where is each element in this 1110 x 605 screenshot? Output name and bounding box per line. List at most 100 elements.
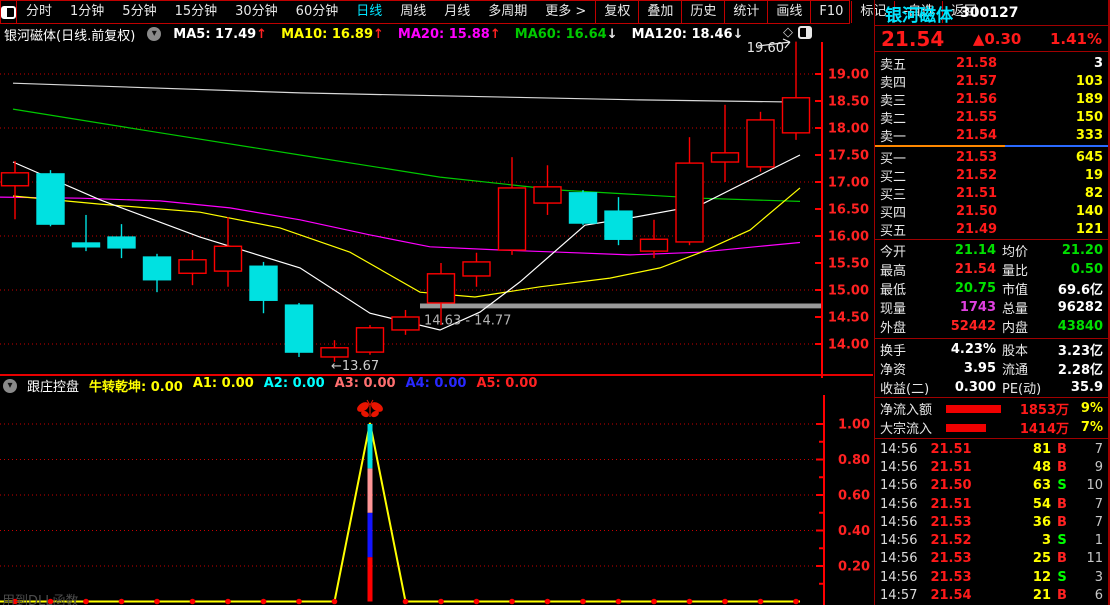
buy-row[interactable]: 买四21.50140: [875, 202, 1108, 220]
sell-row[interactable]: 卖一21.54333: [875, 126, 1108, 144]
candle: [783, 98, 810, 133]
indicator-chart[interactable]: 0.200.400.600.801.00: [0, 395, 873, 605]
action-画线[interactable]: 画线: [767, 1, 810, 23]
tab-日线[interactable]: 日线: [347, 1, 391, 23]
baseline-dot: [616, 599, 622, 605]
candle: [2, 173, 29, 186]
gap-range-label: 14.63 - 14.77: [424, 313, 511, 328]
chevron-down-icon[interactable]: ▾: [3, 379, 17, 393]
baseline-dot: [722, 599, 728, 605]
price-axis-label: 18.50: [828, 95, 869, 110]
candle: [250, 266, 277, 300]
tick-count: 11: [1073, 551, 1103, 566]
level-price: 21.49: [920, 222, 1033, 237]
tab-30分钟[interactable]: 30分钟: [226, 1, 287, 23]
info-label: PE(动): [996, 378, 1048, 397]
tab-多周期[interactable]: 多周期: [479, 1, 536, 23]
baseline-dot: [545, 599, 551, 605]
tab-15分钟[interactable]: 15分钟: [166, 1, 227, 23]
level-qty: 333: [1033, 128, 1103, 143]
candle: [605, 211, 632, 239]
action-复权[interactable]: 复权: [595, 1, 638, 23]
info-value: 3.23亿: [1048, 340, 1103, 359]
tick-price: 21.50: [922, 478, 980, 493]
fund-flow-row: 大宗流入1414万7%: [875, 418, 1108, 437]
split-view-icon[interactable]: [798, 26, 812, 39]
tick-side: B: [1051, 460, 1073, 475]
action-统计[interactable]: 统计: [724, 1, 767, 23]
info-value: 2.28亿: [1048, 359, 1103, 378]
info-value: 43840: [1048, 319, 1103, 334]
tick-time: 14:56: [880, 442, 922, 457]
divider: [875, 438, 1108, 439]
info-value: 21.54: [940, 262, 996, 277]
chevron-down-icon[interactable]: ▾: [147, 27, 161, 41]
arrow-down-icon: ↓: [733, 27, 744, 42]
price-axis-label: 16.00: [828, 230, 869, 245]
buy-row[interactable]: 买五21.49121: [875, 220, 1108, 238]
tab-更多 >[interactable]: 更多 >: [536, 1, 595, 23]
level-qty: 82: [1033, 186, 1103, 201]
info-row: 最低20.75市值69.6亿: [875, 279, 1108, 298]
baseline-dot: [403, 599, 409, 605]
indicator-field: A3: 0.00: [335, 376, 396, 395]
tab-分时[interactable]: 分时: [17, 1, 61, 23]
ratio-bar-left: [875, 145, 1005, 147]
sell-row[interactable]: 卖三21.56189: [875, 90, 1108, 108]
action-历史[interactable]: 历史: [681, 1, 724, 23]
tick-row: 14:5621.5312S3: [875, 568, 1108, 586]
sell-row[interactable]: 卖二21.55150: [875, 108, 1108, 126]
buy-row[interactable]: 买三21.5182: [875, 184, 1108, 202]
baseline-dot: [119, 599, 125, 605]
indicator-field: A1: 0.00: [193, 376, 254, 395]
fund-flow-row: 净流入额1853万9%: [875, 399, 1108, 418]
quote-info-top: 今开21.14均价21.20最高21.54量比0.50最低20.75市值69.6…: [875, 241, 1108, 336]
candle: [144, 257, 171, 280]
action-F10[interactable]: F10: [810, 1, 851, 23]
info-row: 收益(二)0.300PE(动)35.9: [875, 378, 1108, 397]
price-axis-label: 15.50: [828, 257, 869, 272]
tab-1分钟[interactable]: 1分钟: [61, 1, 113, 23]
action-叠加[interactable]: 叠加: [638, 1, 681, 23]
ma-legend-item: MA60: 16.64↓: [515, 27, 618, 42]
tab-月线[interactable]: 月线: [435, 1, 479, 23]
tick-count: 9: [1073, 460, 1103, 475]
spike-segment: [368, 424, 373, 468]
buy-row[interactable]: 买二21.5219: [875, 166, 1108, 184]
candle: [463, 262, 490, 276]
level-price: 21.56: [920, 92, 1033, 107]
tab-60分钟[interactable]: 60分钟: [287, 1, 348, 23]
baseline-dot: [296, 599, 302, 605]
tick-side: B: [1051, 497, 1073, 512]
indicator-line: [0, 423, 800, 602]
price-change-pct: 1.41%: [1050, 30, 1102, 48]
indicator-axis-label: 1.00: [838, 418, 870, 433]
tab-5分钟[interactable]: 5分钟: [113, 1, 165, 23]
indicator-field: A5: 0.00: [476, 376, 537, 395]
panel-toggle-button[interactable]: [1, 1, 17, 23]
info-label: 均价: [996, 241, 1048, 260]
baseline-dot: [83, 599, 89, 605]
baseline-dot: [758, 599, 764, 605]
level-price: 21.51: [920, 186, 1033, 201]
sell-row[interactable]: 卖四21.57103: [875, 72, 1108, 90]
spike-segment: [368, 468, 373, 512]
chart-title: 银河磁体(日线.前复权): [4, 25, 135, 44]
price-change: ▲0.30: [973, 30, 1022, 48]
stock-name: 银河磁体: [885, 1, 953, 26]
main-candlestick-chart[interactable]: 14.0014.5015.0015.5016.0016.5017.0017.50…: [0, 24, 873, 378]
diamond-marker-icon[interactable]: ◇: [783, 26, 793, 39]
sell-row[interactable]: 卖五21.583: [875, 54, 1108, 72]
tick-time: 14:56: [880, 460, 922, 475]
level-price: 21.57: [920, 74, 1033, 89]
info-label: 市值: [996, 279, 1048, 298]
ma-legend-item: MA20: 15.88↑: [398, 27, 501, 42]
footer-note: 用到DLL函数: [2, 590, 79, 605]
buy-row[interactable]: 买一21.53645: [875, 148, 1108, 166]
level-price: 21.53: [920, 150, 1033, 165]
info-label: 股本: [996, 340, 1048, 359]
flow-pct: 7%: [1073, 420, 1103, 435]
candle: [286, 305, 313, 352]
tab-周线[interactable]: 周线: [391, 1, 435, 23]
tick-count: 7: [1073, 497, 1103, 512]
